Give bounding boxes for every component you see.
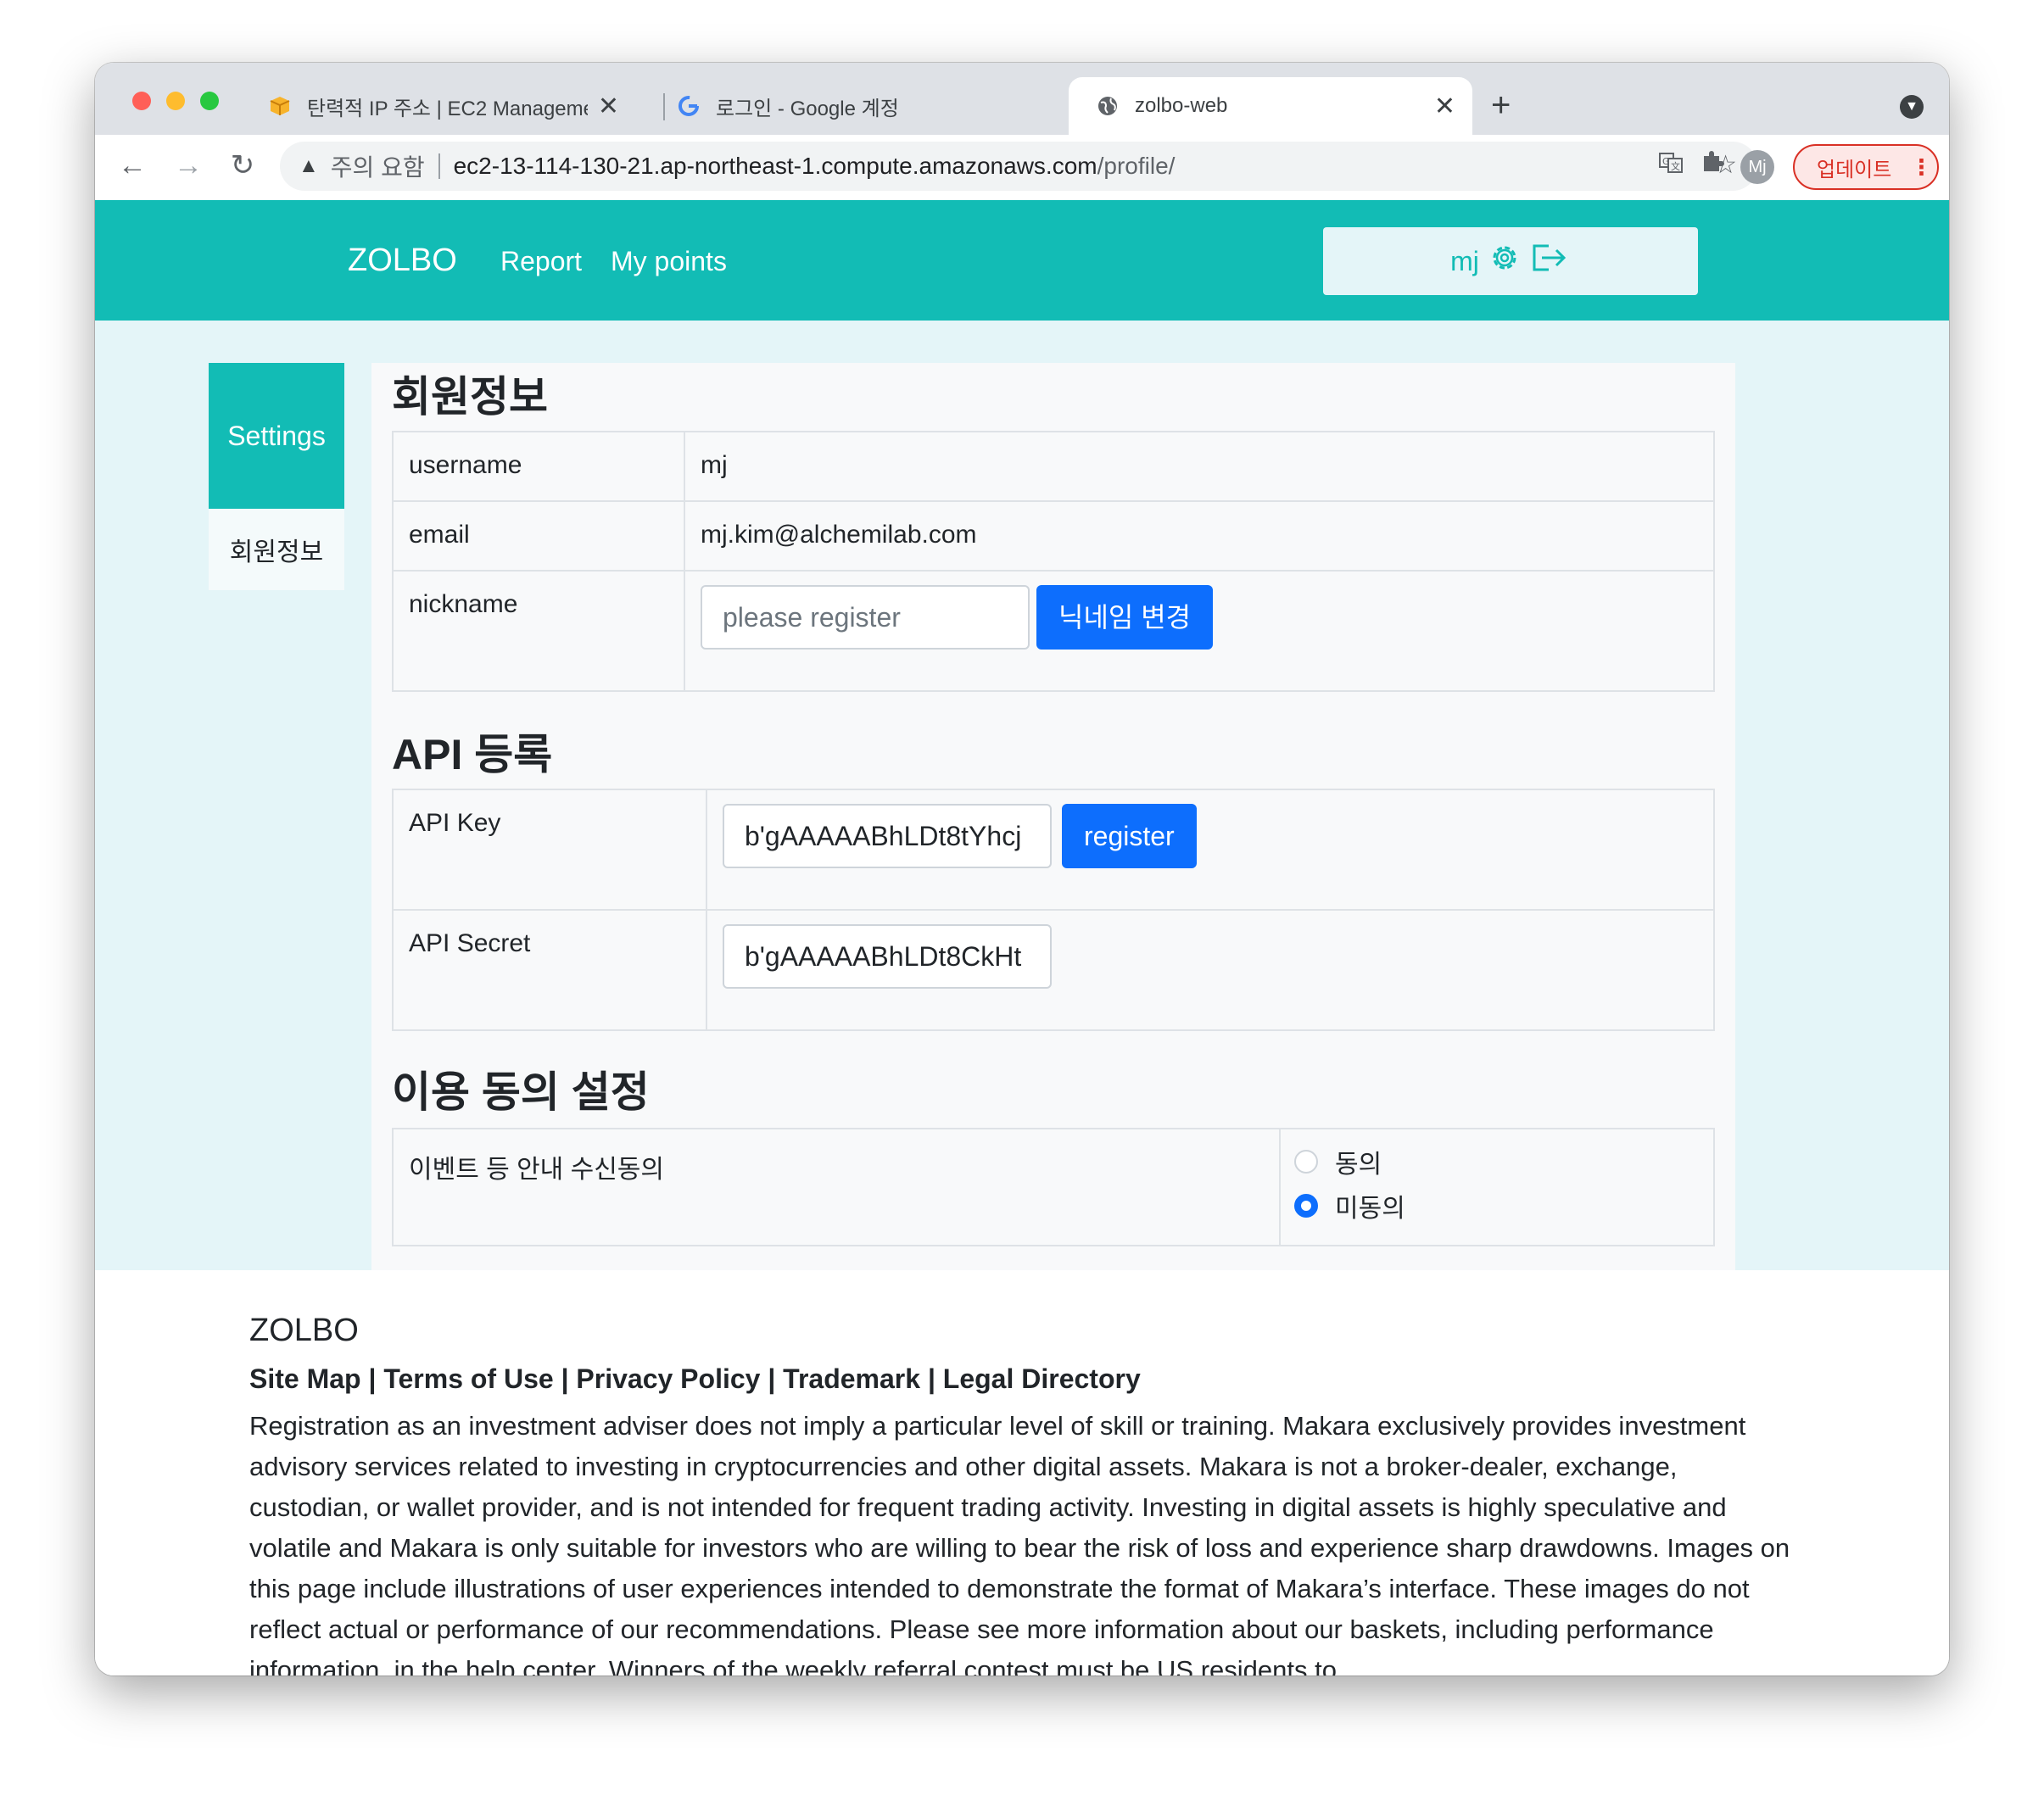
table-row: API Secret b'gAAAAABhLDt8CkHt bbox=[392, 909, 1715, 1031]
row-label: API Secret bbox=[392, 909, 707, 1031]
footer-disclaimer: Registration as an investment adviser do… bbox=[249, 1411, 1790, 1676]
close-tab-icon[interactable]: ✕ bbox=[1434, 92, 1455, 121]
address-divider bbox=[438, 153, 440, 179]
url-path: /profile/ bbox=[1097, 153, 1176, 179]
minimize-window-button[interactable] bbox=[166, 92, 185, 110]
web-page: ZOLBO Report My points mj Settings 회원정보 … bbox=[95, 200, 1949, 1676]
new-tab-button[interactable]: + bbox=[1491, 86, 1511, 125]
site-footer: ZOLBO Site Map | Terms of Use | Privacy … bbox=[95, 1270, 1949, 1676]
radio-agree[interactable] bbox=[1294, 1150, 1318, 1174]
close-tab-icon[interactable]: ✕ bbox=[598, 92, 619, 121]
table-row: API Key b'gAAAAABhLDt8tYhcj register bbox=[392, 789, 1715, 911]
google-icon bbox=[677, 94, 701, 118]
api-table: API Key b'gAAAAABhLDt8tYhcj register API … bbox=[392, 789, 1715, 1031]
row-label: email bbox=[392, 500, 685, 572]
nickname-cell: please register 닉네임 변경 bbox=[684, 570, 1715, 692]
footer-links[interactable]: Site Map | Terms of Use | Privacy Policy… bbox=[249, 1363, 1141, 1395]
address-bar[interactable]: ▲ 주의 요함 ec2-13-114-130-21.ap-northeast-1… bbox=[280, 142, 1757, 191]
security-warning-text[interactable]: 주의 요함 bbox=[331, 149, 425, 183]
translate-icon[interactable]: G文 bbox=[1658, 150, 1684, 182]
api-heading: API 등록 bbox=[392, 731, 553, 778]
close-window-button[interactable] bbox=[132, 92, 151, 110]
consent-agree-option[interactable]: 동의 bbox=[1294, 1140, 1700, 1184]
svg-text:文: 文 bbox=[1671, 160, 1680, 172]
consent-options: 동의 미동의 bbox=[1279, 1128, 1715, 1246]
row-label: username bbox=[392, 431, 685, 502]
table-row: nickname please register 닉네임 변경 bbox=[392, 570, 1715, 692]
row-label: 이벤트 등 안내 수신동의 bbox=[392, 1128, 1281, 1246]
consent-disagree-option[interactable]: 미동의 bbox=[1294, 1184, 1700, 1228]
url-host: ec2-13-114-130-21.ap-northeast-1.compute… bbox=[453, 153, 1097, 179]
gear-icon[interactable] bbox=[1488, 241, 1522, 282]
profile-avatar[interactable]: Mj bbox=[1740, 150, 1774, 184]
nav-link-my-points[interactable]: My points bbox=[611, 246, 727, 277]
consent-table: 이벤트 등 안내 수신동의 동의 미동의 bbox=[392, 1128, 1715, 1246]
sidebar-header: Settings bbox=[209, 363, 344, 509]
row-value: mj.kim@alchemilab.com bbox=[684, 500, 1715, 572]
back-arrow-icon[interactable]: ← bbox=[112, 145, 153, 186]
row-label: API Key bbox=[392, 789, 707, 911]
site-brand[interactable]: ZOLBO bbox=[348, 243, 457, 279]
sidebar-item-member-info[interactable]: 회원정보 bbox=[209, 509, 344, 590]
api-secret-input[interactable]: b'gAAAAABhLDt8CkHt bbox=[723, 924, 1052, 989]
tab-title: 탄력적 IP 주소 | EC2 Management Console bbox=[307, 97, 588, 120]
reload-icon[interactable]: ↻ bbox=[222, 145, 263, 186]
table-row: username mj bbox=[392, 431, 1715, 502]
user-name: mj bbox=[1450, 245, 1479, 276]
aws-box-icon bbox=[268, 94, 292, 118]
radio-label: 동의 bbox=[1335, 1151, 1382, 1179]
svg-text:G: G bbox=[1662, 156, 1670, 167]
logout-icon[interactable] bbox=[1530, 241, 1571, 282]
maximize-window-button[interactable] bbox=[200, 92, 219, 110]
tab-title: zolbo-web bbox=[1135, 94, 1228, 117]
member-info-table: username mj email mj.kim@alchemilab.com … bbox=[392, 431, 1715, 692]
nav-link-report[interactable]: Report bbox=[500, 246, 582, 277]
browser-toolbar: ← → ↻ ▲ 주의 요함 ec2-13-114-130-21.ap-north… bbox=[95, 135, 1949, 201]
api-secret-cell: b'gAAAAABhLDt8CkHt bbox=[706, 909, 1715, 1031]
more-vert-icon: ⋮ bbox=[1910, 153, 1933, 180]
radio-label: 미동의 bbox=[1335, 1195, 1405, 1223]
api-key-input[interactable]: b'gAAAAABhLDt8tYhcj bbox=[723, 804, 1052, 868]
change-nickname-button[interactable]: 닉네임 변경 bbox=[1036, 585, 1214, 650]
site-navbar: ZOLBO Report My points mj bbox=[95, 200, 1949, 321]
update-button[interactable]: 업데이트 ⋮ bbox=[1793, 144, 1939, 190]
register-button[interactable]: register bbox=[1062, 804, 1197, 868]
extensions-puzzle-icon[interactable] bbox=[1700, 148, 1725, 181]
row-value: mj bbox=[684, 431, 1715, 502]
settings-sidebar: Settings 회원정보 bbox=[209, 363, 344, 590]
row-label: nickname bbox=[392, 570, 685, 692]
profile-content: 회원정보 username mj email mj.kim@alchemilab… bbox=[371, 363, 1735, 1270]
tab-zolbo-web[interactable]: zolbo-web ✕ bbox=[1069, 77, 1472, 135]
forward-arrow-icon[interactable]: → bbox=[168, 145, 209, 186]
radio-disagree[interactable] bbox=[1294, 1194, 1318, 1218]
user-menu[interactable]: mj bbox=[1323, 227, 1698, 295]
footer-brand: ZOLBO bbox=[249, 1313, 359, 1348]
tab-search-icon[interactable]: ▼ bbox=[1900, 95, 1924, 119]
tab-title: 로그인 - Google 계정 bbox=[716, 97, 899, 120]
update-label: 업데이트 bbox=[1817, 158, 1892, 181]
nickname-input[interactable]: please register bbox=[701, 585, 1030, 650]
consent-heading: 이용 동의 설정 bbox=[392, 1068, 650, 1116]
table-row: email mj.kim@alchemilab.com bbox=[392, 500, 1715, 572]
table-row: 이벤트 등 안내 수신동의 동의 미동의 bbox=[392, 1128, 1715, 1246]
browser-window: 탄력적 IP 주소 | EC2 Management Console ✕ 로그인… bbox=[95, 63, 1949, 1676]
globe-icon bbox=[1096, 94, 1120, 118]
api-key-cell: b'gAAAAABhLDt8tYhcj register bbox=[706, 789, 1715, 911]
tab-strip: 탄력적 IP 주소 | EC2 Management Console ✕ 로그인… bbox=[95, 63, 1949, 135]
member-info-heading: 회원정보 bbox=[392, 373, 548, 421]
warning-triangle-icon: ▲ bbox=[299, 154, 319, 177]
tab-ec2-console[interactable]: 탄력적 IP 주소 | EC2 Management Console ✕ bbox=[241, 77, 636, 135]
